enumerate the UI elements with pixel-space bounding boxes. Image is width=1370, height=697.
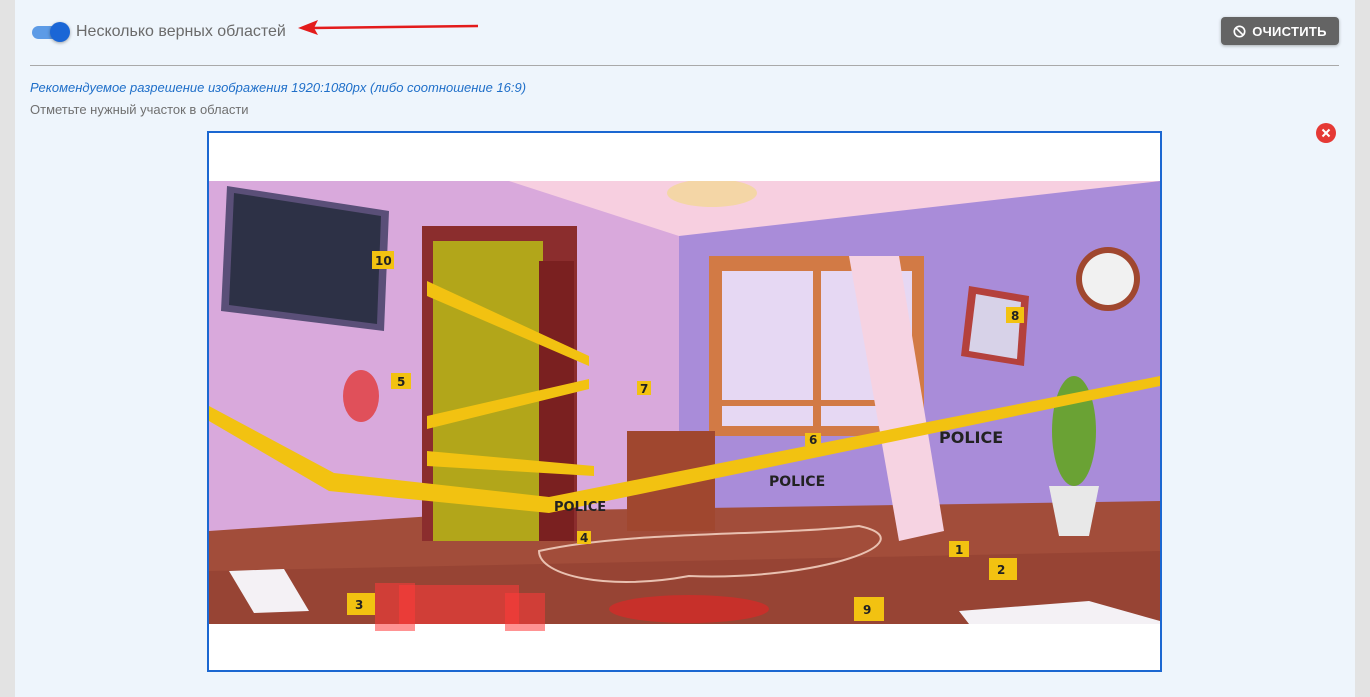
- svg-text:9: 9: [863, 603, 871, 617]
- clear-button[interactable]: ОЧИСТИТЬ: [1221, 17, 1339, 45]
- svg-text:2: 2: [997, 563, 1005, 577]
- svg-text:10: 10: [375, 254, 392, 268]
- image-area-selector[interactable]: POLICE POLICE POLICE 1 2 3 4 5 6 7 8 9 1…: [207, 131, 1162, 672]
- svg-text:4: 4: [580, 531, 588, 545]
- svg-text:1: 1: [955, 543, 963, 557]
- svg-text:6: 6: [809, 433, 817, 447]
- close-circle-icon[interactable]: [1316, 123, 1336, 143]
- svg-text:POLICE: POLICE: [769, 474, 825, 490]
- ban-icon: [1233, 24, 1246, 38]
- multiple-areas-label: Несколько верных областей: [76, 23, 286, 40]
- svg-text:POLICE: POLICE: [554, 500, 606, 515]
- svg-text:8: 8: [1011, 309, 1019, 323]
- selected-area[interactable]: [375, 583, 415, 631]
- svg-text:5: 5: [397, 375, 405, 389]
- svg-text:7: 7: [640, 382, 648, 396]
- resolution-hint: Рекомендуемое разрешение изображения 192…: [30, 80, 527, 95]
- clear-button-label: ОЧИСТИТЬ: [1252, 23, 1327, 39]
- divider: [30, 65, 1339, 66]
- svg-text:3: 3: [355, 598, 363, 612]
- svg-text:POLICE: POLICE: [939, 428, 1003, 447]
- annotation-arrow-icon: [298, 20, 479, 35]
- quiz-editor-panel: Несколько верных областей ОЧИСТИТЬ Реком…: [15, 0, 1355, 697]
- selected-area[interactable]: [505, 593, 545, 631]
- multiple-areas-toggle[interactable]: [32, 22, 70, 42]
- toggle-knob: [50, 22, 70, 42]
- instruction-hint: Отметьте нужный участок в области: [30, 102, 249, 117]
- crime-scene-image: POLICE POLICE POLICE 1 2 3 4 5 6 7 8 9 1…: [209, 181, 1160, 624]
